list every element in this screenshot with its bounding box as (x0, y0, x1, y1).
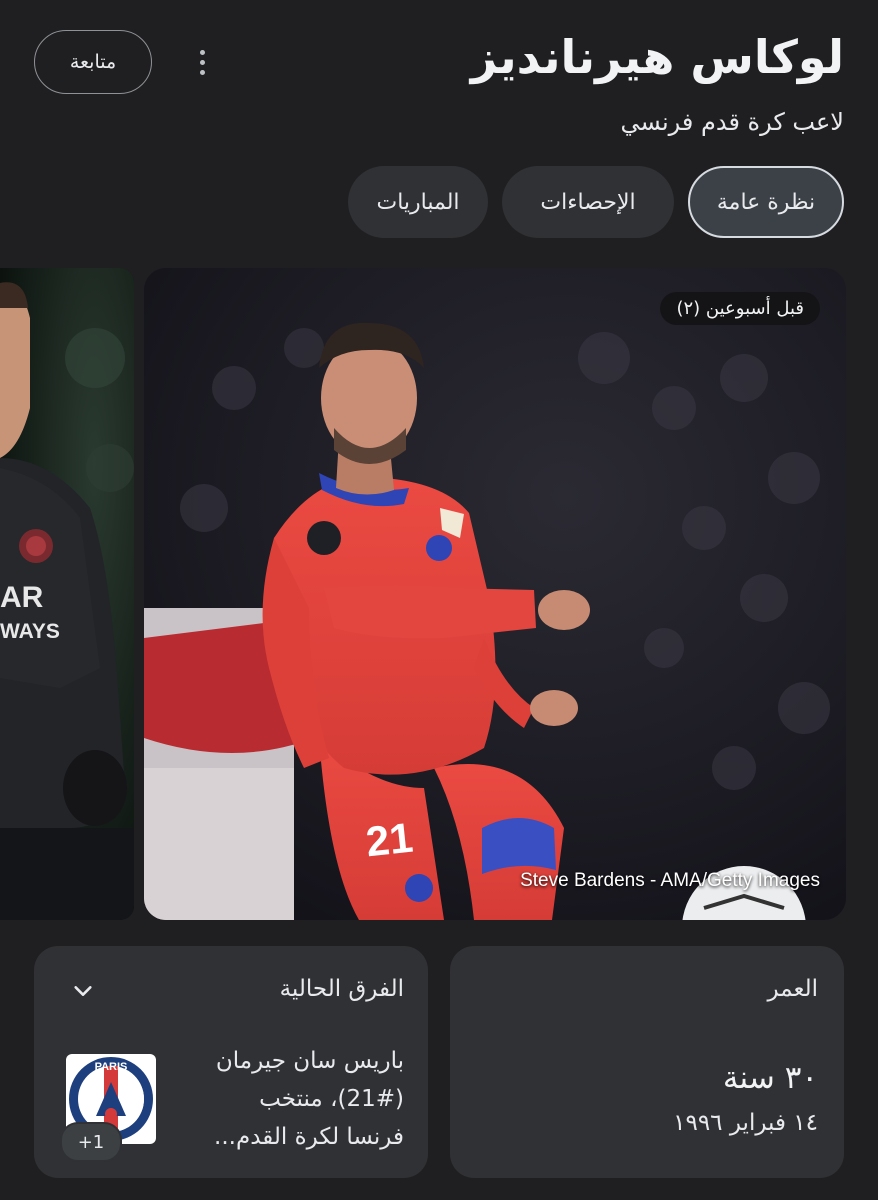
tab-overview[interactable]: نظرة عامة (688, 166, 844, 238)
team-line-1: باريس سان جيرمان (215, 1048, 404, 1074)
age-card[interactable]: العمر ٣٠ سنة ١٤ فبراير ١٩٩٦ (450, 946, 844, 1178)
side-shirt-text-2: WAYS (0, 620, 60, 643)
page-title: لوكاس هيرنانديز (470, 30, 844, 84)
age-label: العمر (767, 976, 818, 1002)
previous-photo[interactable]: AR WAYS (0, 268, 134, 920)
more-options-icon[interactable] (190, 44, 214, 80)
player-photo[interactable]: 21 قبل أسبوعين (٢) Steve Bardens - AMA/G… (144, 268, 846, 920)
psg-logo-text: PARIS (94, 1061, 128, 1073)
team-line-2: (21#)، منتخب (259, 1086, 404, 1112)
page-subtitle: لاعب كرة قدم فرنسي (620, 108, 844, 136)
jersey-number: 21 (363, 813, 415, 866)
side-shirt-text: AR (0, 581, 44, 614)
follow-button[interactable]: متابعة (34, 30, 152, 94)
team-line-3: فرنسا لكرة القدم... (214, 1124, 404, 1150)
current-teams-label: الفرق الحالية (279, 976, 404, 1002)
tab-stats[interactable]: الإحصاءات (502, 166, 674, 238)
current-teams-card[interactable]: الفرق الحالية باريس سان جيرمان (21#)، من… (34, 946, 428, 1178)
birth-date: ١٤ فبراير ١٩٩٦ (673, 1110, 818, 1136)
age-value: ٣٠ سنة (722, 1060, 818, 1096)
more-teams-badge[interactable]: +1 (60, 1122, 122, 1162)
image-credit: Steve Bardens - AMA/Getty Images (520, 870, 820, 891)
chevron-down-icon[interactable] (72, 980, 94, 1002)
time-badge: قبل أسبوعين (٢) (660, 292, 820, 325)
player-photo-image (144, 268, 846, 920)
tab-matches[interactable]: المباريات (348, 166, 488, 238)
